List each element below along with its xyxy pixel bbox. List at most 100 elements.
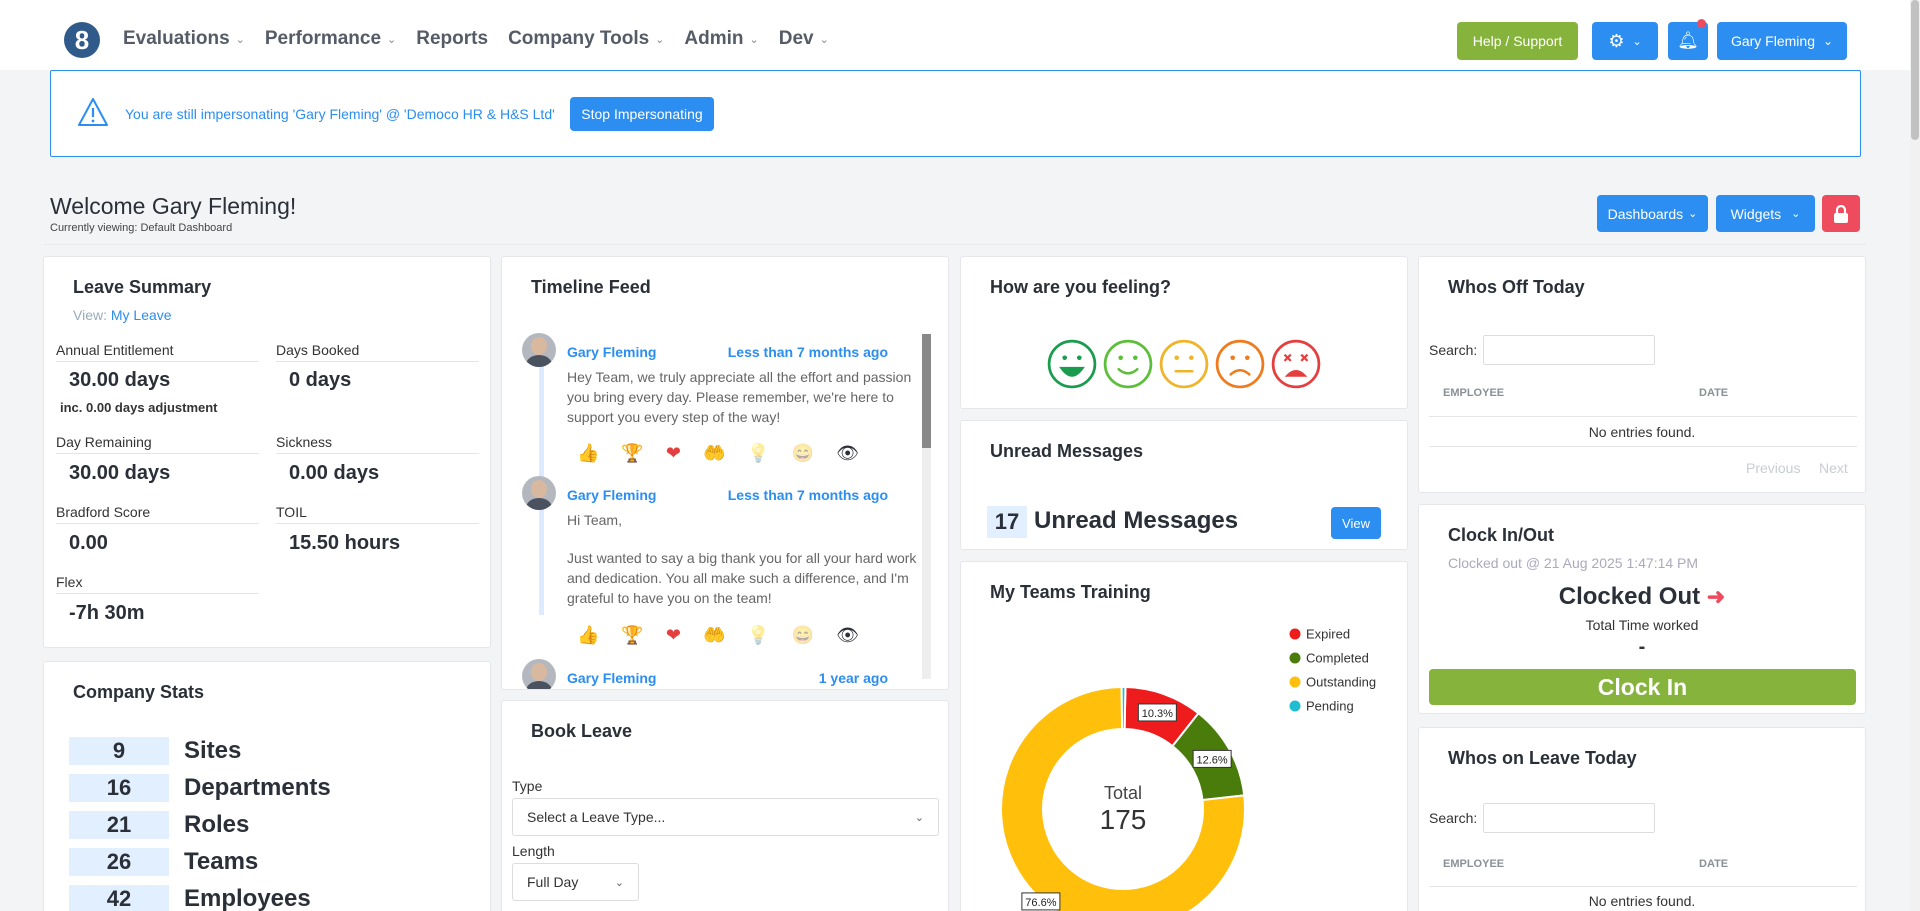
chevron-down-icon: ⌄	[819, 33, 829, 46]
leave-length-select[interactable]: Full Day ⌄	[512, 863, 639, 901]
reaction-bar: 👍 🏆 ❤ 🤲 💡 😄 👁	[577, 625, 859, 646]
legend-item-expired[interactable]: Expired	[1289, 627, 1351, 642]
card-title: Unread Messages	[990, 441, 1144, 461]
laugh-icon[interactable]: 😄	[792, 625, 814, 646]
donut-center-value: 175	[1100, 804, 1147, 835]
nav-dev[interactable]: Dev ⌄	[779, 28, 829, 50]
card-title: Whos on Leave Today	[1448, 748, 1637, 768]
chevron-down-icon: ⌄	[1688, 208, 1698, 220]
lightbulb-icon[interactable]: 💡	[747, 625, 769, 646]
widgets-button[interactable]: Widgets ⌄	[1716, 195, 1815, 232]
lightbulb-icon[interactable]: 💡	[747, 443, 769, 464]
sad-face-icon[interactable]	[1215, 339, 1265, 389]
user-menu-button[interactable]: Gary Fleming ⌄	[1717, 22, 1847, 60]
impersonation-text: You are still impersonating 'Gary Flemin…	[125, 106, 555, 122]
eye-icon[interactable]: 👁	[836, 443, 859, 464]
timeline-post: Gary Fleming 1 year ago	[522, 659, 922, 689]
very-happy-face-icon[interactable]	[1047, 339, 1097, 389]
avatar[interactable]	[522, 659, 556, 689]
nav-company-tools[interactable]: Company Tools ⌄	[508, 28, 664, 50]
post-body-greeting: Hi Team,	[567, 512, 622, 528]
previous-page-button[interactable]: Previous	[1746, 460, 1800, 476]
dashboards-button[interactable]: Dashboards ⌄	[1597, 195, 1708, 232]
clock-in-button[interactable]: Clock In	[1429, 669, 1856, 705]
chevron-down-icon: ⌄	[614, 876, 624, 889]
timeline-post: Gary Fleming Less than 7 months ago Hi T…	[522, 476, 922, 646]
laugh-icon[interactable]: 😄	[792, 443, 814, 464]
card-title: Timeline Feed	[531, 277, 651, 297]
unread-messages-card: Unread Messages 17 Unread Messages View	[960, 420, 1408, 550]
sign-out-icon: ➜	[1706, 584, 1726, 609]
flex-value: -7h 30m	[69, 602, 145, 624]
my-leave-link[interactable]: My Leave	[111, 307, 172, 323]
whos-on-leave-today-card: Whos on Leave Today Search: EMPLOYEE DAT…	[1418, 727, 1866, 911]
eye-icon[interactable]: 👁	[836, 625, 859, 646]
thumbs-up-icon[interactable]: 👍	[577, 443, 599, 464]
data-label-expired: 10.3%	[1137, 703, 1177, 722]
search-label: Search:	[1429, 810, 1478, 826]
chevron-down-icon: ⌄	[655, 33, 665, 46]
column-header-employee[interactable]: EMPLOYEE	[1443, 387, 1504, 399]
legend-item-completed[interactable]: Completed	[1289, 651, 1369, 666]
user-name: Gary Fleming	[1730, 33, 1815, 49]
view-messages-button[interactable]: View	[1331, 507, 1381, 539]
nav-performance[interactable]: Performance ⌄	[265, 28, 396, 50]
settings-button[interactable]: ⚙ ⌄	[1592, 22, 1658, 60]
column-header-date[interactable]: DATE	[1699, 387, 1728, 399]
very-sad-face-icon[interactable]	[1271, 339, 1321, 389]
clock-in-out-card: Clock In/Out Clocked out @ 21 Aug 2025 1…	[1418, 504, 1866, 714]
help-support-button[interactable]: Help / Support	[1457, 22, 1578, 60]
column-header-employee[interactable]: EMPLOYEE	[1443, 858, 1504, 870]
avatar[interactable]	[522, 333, 556, 367]
thumbs-up-icon[interactable]: 👍	[577, 625, 599, 646]
company-stats-card: Company Stats 9 Sites 16 Departments 21 Rol…	[43, 661, 491, 911]
nav-admin[interactable]: Admin ⌄	[684, 28, 758, 50]
card-title: My Teams Training	[990, 582, 1151, 602]
chevron-down-icon: ⌄	[749, 33, 759, 46]
donut-center-label: Total	[1104, 783, 1142, 803]
support-hands-icon[interactable]: 🤲	[703, 443, 725, 464]
timeline-feed-card: Timeline Feed Gary Fleming Less than 7 m…	[501, 256, 949, 690]
legend-item-pending[interactable]: Pending	[1289, 699, 1354, 714]
type-label: Type	[512, 778, 543, 794]
nav-evaluations[interactable]: Evaluations ⌄	[123, 28, 245, 50]
post-author[interactable]: Gary Fleming	[567, 487, 656, 503]
next-page-button[interactable]: Next	[1819, 460, 1848, 476]
avatar[interactable]	[522, 476, 556, 510]
post-author[interactable]: Gary Fleming	[567, 344, 656, 360]
trophy-icon[interactable]: 🏆	[621, 443, 643, 464]
post-time: Less than 7 months ago	[727, 344, 888, 360]
happy-face-icon[interactable]	[1103, 339, 1153, 389]
stop-impersonating-button[interactable]: Stop Impersonating	[570, 97, 714, 131]
whos-on-leave-search-input[interactable]	[1483, 803, 1655, 833]
legend-item-outstanding[interactable]: Outstanding	[1289, 675, 1377, 690]
heart-icon[interactable]: ❤	[666, 443, 681, 464]
data-label-outstanding: 76.6%	[1021, 892, 1061, 911]
donut-slice-pending[interactable]	[1120, 686, 1127, 731]
feed-scrollbar-thumb[interactable]	[922, 334, 931, 448]
leave-type-select[interactable]: Select a Leave Type... ⌄	[512, 798, 939, 836]
header-divider	[44, 244, 1866, 245]
day-remaining-label: Day Remaining	[56, 434, 152, 450]
trophy-icon[interactable]: 🏆	[621, 625, 643, 646]
page-scrollbar-thumb[interactable]	[1911, 0, 1919, 140]
sickness-value: 0.00 days	[289, 462, 380, 484]
post-author[interactable]: Gary Fleming	[567, 670, 656, 686]
card-title: Leave Summary	[73, 277, 212, 297]
neutral-face-icon[interactable]	[1159, 339, 1209, 389]
lock-dashboard-button[interactable]	[1822, 195, 1860, 232]
support-hands-icon[interactable]: 🤲	[703, 625, 725, 646]
empty-table-message: No entries found.	[1588, 424, 1696, 440]
post-time: 1 year ago	[818, 670, 888, 686]
main-nav: Evaluations ⌄ Performance ⌄ Reports Compan…	[123, 28, 829, 50]
impersonation-alert: You are still impersonating 'Gary Flemin…	[50, 70, 1861, 157]
heart-icon[interactable]: ❤	[666, 625, 681, 646]
svg-text:12.6%: 12.6%	[1197, 754, 1228, 766]
whos-off-search-input[interactable]	[1483, 335, 1655, 365]
top-navbar: 8 Evaluations ⌄ Performance ⌄ Reports Comp…	[0, 0, 1920, 70]
column-header-date[interactable]: DATE	[1699, 858, 1728, 870]
chevron-down-icon: ⌄	[1632, 35, 1642, 48]
chevron-down-icon: ⌄	[387, 33, 397, 46]
app-logo[interactable]: 8	[64, 22, 100, 58]
nav-reports[interactable]: Reports	[416, 28, 488, 50]
